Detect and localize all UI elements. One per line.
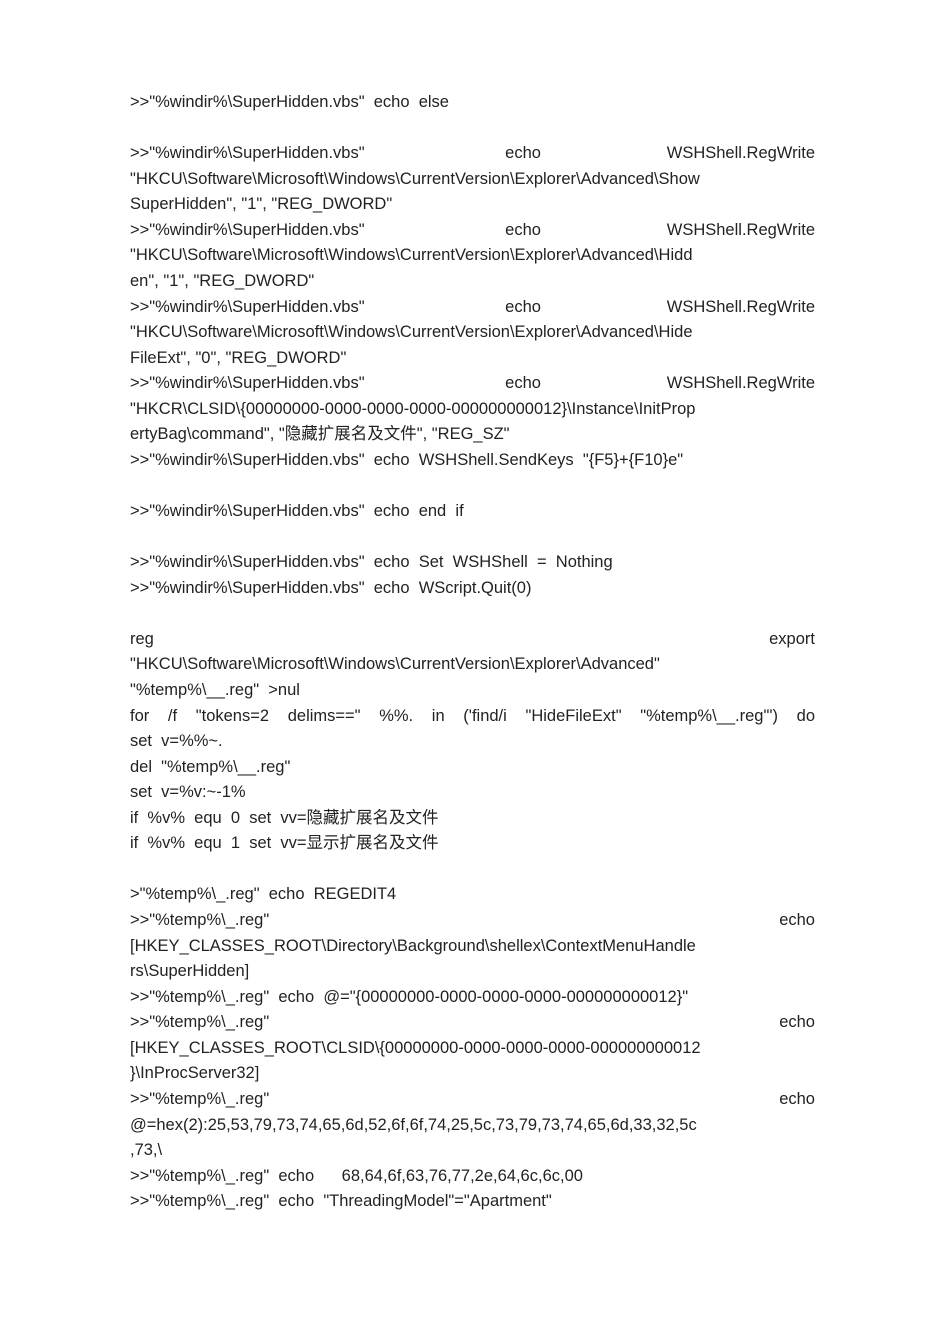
blank-line — [130, 473, 815, 499]
code-line: ertyBag\command", "隐藏扩展名及文件", "REG_SZ" — [130, 422, 815, 448]
code-line: rs\SuperHidden] — [130, 959, 815, 985]
code-line: "HKCU\Software\Microsoft\Windows\Current… — [130, 652, 815, 678]
code-line: SuperHidden", "1", "REG_DWORD" — [130, 192, 815, 218]
code-line: >>"%temp%\_.reg" echo 68,64,6f,63,76,77,… — [130, 1164, 815, 1190]
code-line: >>"%windir%\SuperHidden.vbs" echo WSHShe… — [130, 371, 815, 397]
blank-line — [130, 857, 815, 883]
blank-line — [130, 525, 815, 551]
code-line: >>"%windir%\SuperHidden.vbs" echo WSHShe… — [130, 448, 815, 474]
code-line: FileExt", "0", "REG_DWORD" — [130, 346, 815, 372]
code-line: >>"%windir%\SuperHidden.vbs" echo WSHShe… — [130, 141, 815, 167]
code-line: >>"%windir%\SuperHidden.vbs" echo WSHShe… — [130, 218, 815, 244]
code-line: "HKCU\Software\Microsoft\Windows\Current… — [130, 320, 815, 346]
code-line: if %v% equ 1 set vv=显示扩展名及文件 — [130, 831, 815, 857]
code-line: }\InProcServer32] — [130, 1061, 815, 1087]
code-line: "HKCR\CLSID\{00000000-0000-0000-0000-000… — [130, 397, 815, 423]
code-line: >>"%temp%\_.reg" echo @="{00000000-0000-… — [130, 985, 815, 1011]
code-line: if %v% equ 0 set vv=隐藏扩展名及文件 — [130, 806, 815, 832]
code-line: for /f "tokens=2 delims==" %%. in ('find… — [130, 704, 815, 730]
code-line: [HKEY_CLASSES_ROOT\CLSID\{00000000-0000-… — [130, 1036, 815, 1062]
code-line: reg export — [130, 627, 815, 653]
code-line: ,73,\ — [130, 1138, 815, 1164]
code-line: "HKCU\Software\Microsoft\Windows\Current… — [130, 167, 815, 193]
code-line: >>"%windir%\SuperHidden.vbs" echo else — [130, 90, 815, 116]
code-line: >>"%windir%\SuperHidden.vbs" echo end if — [130, 499, 815, 525]
code-line: del "%temp%\__.reg" — [130, 755, 815, 781]
code-line: "HKCU\Software\Microsoft\Windows\Current… — [130, 243, 815, 269]
code-line: "%temp%\__.reg" >nul — [130, 678, 815, 704]
code-line: set v=%v:~-1% — [130, 780, 815, 806]
code-line: >"%temp%\_.reg" echo REGEDIT4 — [130, 882, 815, 908]
code-line: [HKEY_CLASSES_ROOT\Directory\Background\… — [130, 934, 815, 960]
code-line: >>"%temp%\_.reg" echo — [130, 908, 815, 934]
code-line: >>"%temp%\_.reg" echo — [130, 1010, 815, 1036]
blank-line — [130, 116, 815, 142]
code-line: >>"%temp%\_.reg" echo "ThreadingModel"="… — [130, 1189, 815, 1215]
code-line: set v=%%~. — [130, 729, 815, 755]
code-line: en", "1", "REG_DWORD" — [130, 269, 815, 295]
code-line: @=hex(2):25,53,79,73,74,65,6d,52,6f,6f,7… — [130, 1113, 815, 1139]
code-line: >>"%temp%\_.reg" echo — [130, 1087, 815, 1113]
code-line: >>"%windir%\SuperHidden.vbs" echo Set WS… — [130, 550, 815, 576]
blank-line — [130, 601, 815, 627]
document-page: >>"%windir%\SuperHidden.vbs" echo else >>… — [0, 0, 945, 1315]
code-line: >>"%windir%\SuperHidden.vbs" echo WScrip… — [130, 576, 815, 602]
code-line: >>"%windir%\SuperHidden.vbs" echo WSHShe… — [130, 295, 815, 321]
